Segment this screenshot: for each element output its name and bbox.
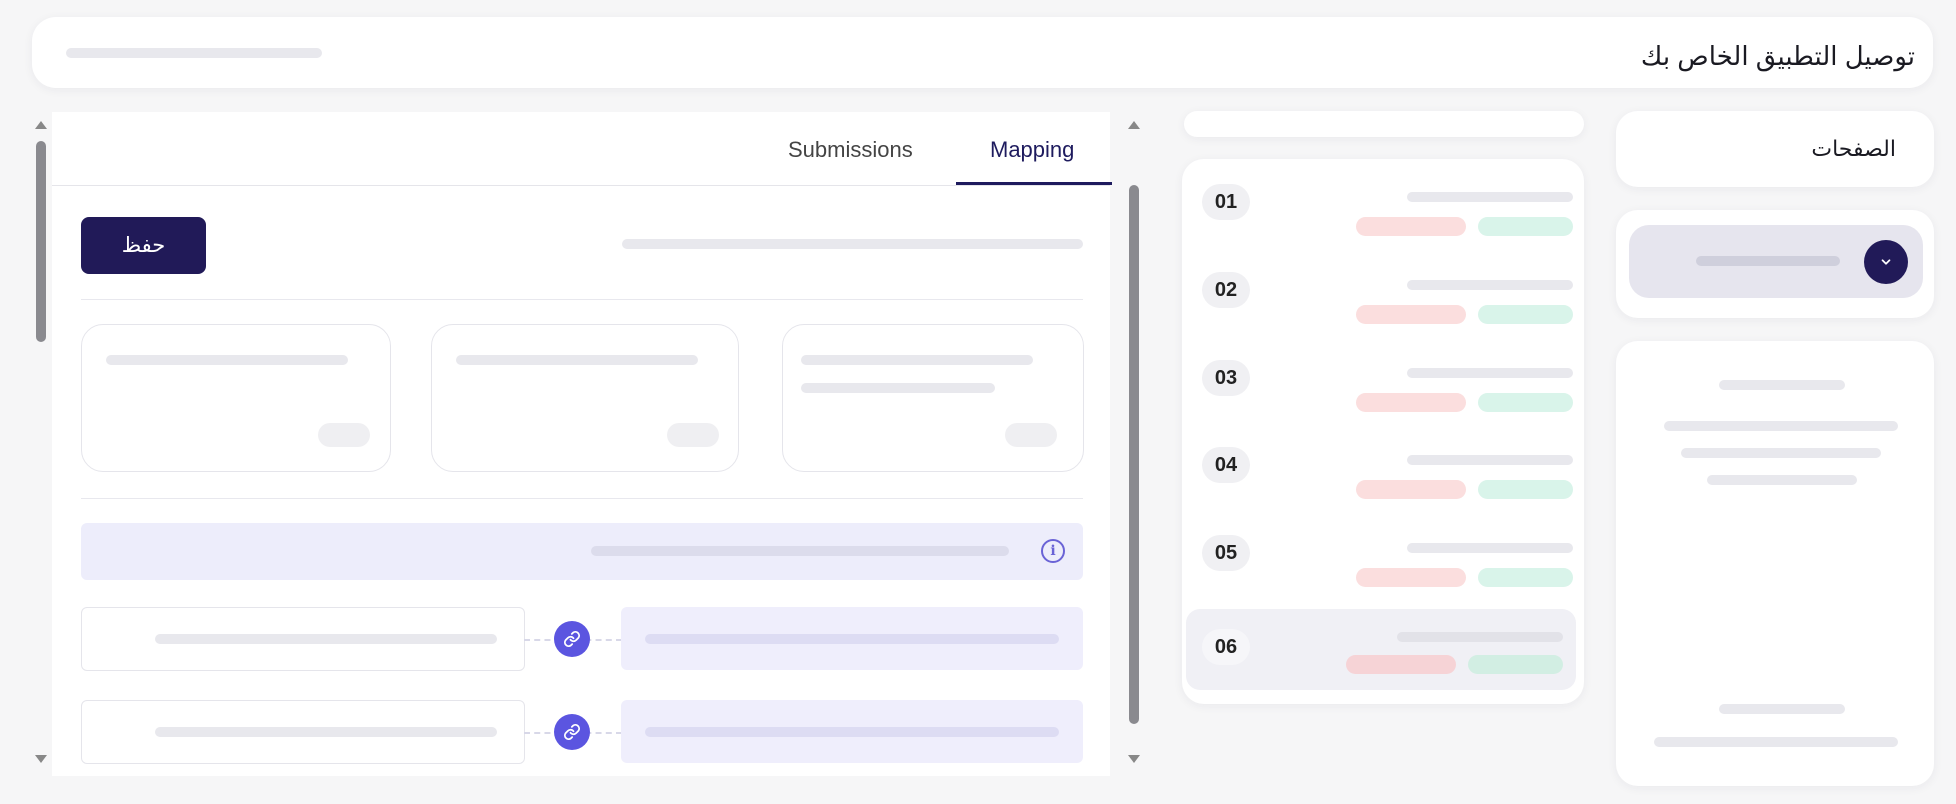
card-badge	[1005, 423, 1057, 447]
details-line	[1719, 380, 1845, 390]
status-pill-green	[1478, 393, 1573, 412]
sidebar-selector-card	[1616, 210, 1934, 318]
item-title-placeholder	[1407, 368, 1573, 378]
details-line	[1707, 475, 1857, 485]
app-header: توصيل التطبيق الخاص بك	[32, 17, 1933, 88]
divider	[81, 498, 1083, 499]
mapping-card[interactable]	[81, 324, 391, 472]
tab-submissions[interactable]: Submissions	[788, 137, 913, 163]
item-number: 03	[1202, 360, 1250, 396]
status-pill-red	[1356, 568, 1466, 587]
scrollbar-thumb[interactable]	[36, 141, 46, 342]
item-number: 06	[1202, 629, 1250, 665]
list-search-bar[interactable]	[1184, 111, 1584, 137]
field-placeholder	[645, 634, 1059, 644]
pages-list: 01 02 03 04 05 06	[1182, 159, 1584, 704]
status-pill-green	[1478, 480, 1573, 499]
target-field[interactable]	[621, 700, 1083, 763]
field-placeholder	[645, 727, 1059, 737]
status-pill-red	[1346, 655, 1456, 674]
details-line	[1719, 704, 1845, 714]
page-selector-dropdown[interactable]	[1629, 225, 1923, 298]
details-line	[1664, 421, 1898, 431]
scroll-up-arrow[interactable]	[1128, 121, 1140, 129]
field-placeholder	[155, 634, 497, 644]
item-title-placeholder	[1407, 455, 1573, 465]
list-item-selected[interactable]: 06	[1186, 609, 1576, 690]
tab-bar-divider	[52, 185, 1110, 186]
active-tab-indicator	[956, 182, 1112, 185]
item-title-placeholder	[1407, 192, 1573, 202]
details-line	[1681, 448, 1881, 458]
scroll-down-arrow[interactable]	[1128, 755, 1140, 763]
sidebar-details-card	[1616, 341, 1934, 786]
mapping-panel: Submissions Mapping حفظ i	[52, 112, 1112, 776]
list-item[interactable]: 03	[1192, 335, 1581, 416]
scroll-up-arrow[interactable]	[35, 121, 47, 129]
chevron-down-icon[interactable]	[1864, 240, 1908, 284]
sidebar-header: الصفحات	[1616, 111, 1934, 187]
page-title: توصيل التطبيق الخاص بك	[1640, 41, 1915, 71]
link-icon[interactable]	[554, 621, 590, 657]
target-field[interactable]	[621, 607, 1083, 670]
scroll-down-arrow[interactable]	[35, 755, 47, 763]
link-icon[interactable]	[554, 714, 590, 750]
item-title-placeholder	[1397, 632, 1563, 642]
status-pill-red	[1356, 217, 1466, 236]
item-title-placeholder	[1407, 543, 1573, 553]
list-item[interactable]: 04	[1192, 422, 1581, 503]
card-line	[801, 355, 1033, 365]
card-line	[801, 383, 995, 393]
status-pill-red	[1356, 480, 1466, 499]
card-line	[456, 355, 698, 365]
list-item[interactable]: 02	[1192, 247, 1581, 328]
scrollbar-thumb[interactable]	[1129, 185, 1139, 724]
status-pill-green	[1478, 217, 1573, 236]
field-placeholder	[155, 727, 497, 737]
item-number: 02	[1202, 272, 1250, 308]
list-item[interactable]: 05	[1192, 510, 1581, 591]
mapping-card[interactable]	[431, 324, 739, 472]
card-badge	[318, 423, 370, 447]
item-number: 05	[1202, 535, 1250, 571]
info-banner: i	[81, 523, 1083, 580]
card-line	[106, 355, 348, 365]
list-item[interactable]: 01	[1192, 159, 1581, 240]
section-title-placeholder	[622, 239, 1083, 249]
info-icon[interactable]: i	[1041, 539, 1065, 563]
item-number: 04	[1202, 447, 1250, 483]
status-pill-red	[1356, 393, 1466, 412]
info-text-placeholder	[591, 546, 1009, 556]
tab-mapping[interactable]: Mapping	[990, 137, 1074, 163]
source-field[interactable]	[81, 700, 525, 764]
status-pill-green	[1478, 305, 1573, 324]
source-field[interactable]	[81, 607, 525, 671]
details-line	[1654, 737, 1898, 747]
sidebar-title: الصفحات	[1811, 136, 1896, 161]
item-title-placeholder	[1407, 280, 1573, 290]
selector-placeholder	[1696, 256, 1840, 266]
header-placeholder	[66, 48, 322, 58]
status-pill-red	[1356, 305, 1466, 324]
save-button[interactable]: حفظ	[81, 217, 206, 274]
divider	[81, 299, 1083, 300]
status-pill-green	[1468, 655, 1563, 674]
card-badge	[667, 423, 719, 447]
status-pill-green	[1478, 568, 1573, 587]
mapping-card[interactable]	[782, 324, 1084, 472]
item-number: 01	[1202, 184, 1250, 220]
